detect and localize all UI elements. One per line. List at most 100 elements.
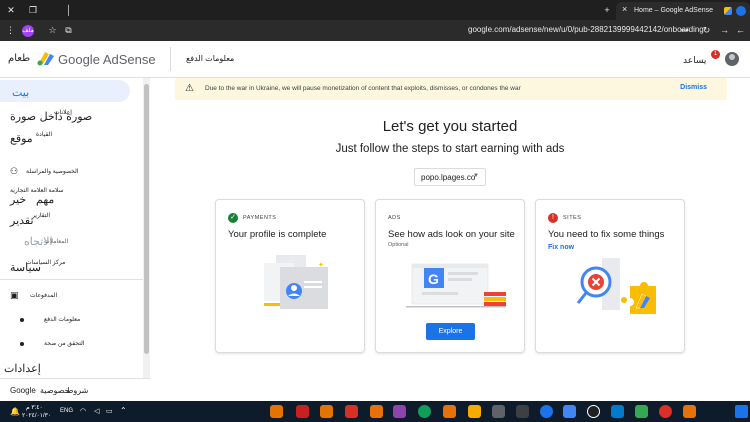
- menu-dots-icon[interactable]: ⋮: [4, 24, 17, 37]
- notification-bell-icon[interactable]: 🔔: [10, 407, 20, 416]
- camera-app-icon[interactable]: [563, 405, 576, 418]
- page-title: معلومات الدفع: [186, 54, 235, 63]
- card-heading: You need to fix some things: [548, 229, 665, 240]
- adsense-logo-icon[interactable]: [36, 50, 56, 66]
- fix-now-link[interactable]: Fix now: [548, 244, 574, 251]
- site-selector-value: popo.lpages.co: [421, 173, 476, 182]
- media-player-icon[interactable]: [587, 405, 600, 418]
- scrollbar-thumb[interactable]: [144, 84, 149, 354]
- reload-icon[interactable]: ↻: [700, 24, 713, 37]
- chrome-app-icon[interactable]: [270, 405, 283, 418]
- taskbar-date[interactable]: ٢٠٢٤/٠١/٣٠: [22, 412, 51, 419]
- chrome-tab-search-icon[interactable]: [736, 6, 746, 16]
- sheets-app-icon[interactable]: [635, 405, 648, 418]
- sidebar-item-payments[interactable]: المدفوعات: [30, 292, 57, 299]
- sidebar-item-label: بيت: [12, 86, 30, 99]
- office-app-icon[interactable]: [443, 405, 456, 418]
- site-selector[interactable]: popo.lpages.co ▼: [414, 168, 486, 186]
- bullet-icon: [20, 318, 24, 322]
- taskbar-time[interactable]: ٣:٤٠ م: [26, 404, 43, 411]
- app-header: طعام Google AdSense معلومات الدفع يساعد …: [0, 41, 750, 78]
- sidebar-item-reports[interactable]: التقارير: [32, 212, 50, 219]
- sidebar-item-payment-info[interactable]: معلومات الدفع: [44, 316, 80, 323]
- back-icon[interactable]: ←: [734, 24, 747, 37]
- header-divider: [170, 47, 171, 71]
- banner-message: Due to the war in Ukraine, we will pause…: [205, 85, 521, 92]
- chrome-app-icon[interactable]: [659, 405, 672, 418]
- ads-card[interactable]: ADS See how ads look on your site Option…: [375, 199, 525, 353]
- svg-text:✦: ✦: [318, 261, 324, 269]
- sidebar-item-ads[interactable]: إعلانات: [54, 109, 72, 116]
- hero-subtitle: Just follow the steps to start earning w…: [335, 143, 565, 155]
- chrome-app-icon[interactable]: [370, 405, 383, 418]
- sidebar: بيت صورة داخل صورة إعلانات موقع القيادة …: [0, 78, 150, 401]
- notification-badge[interactable]: 1: [711, 50, 720, 59]
- sidebar-item-verification[interactable]: التحقق من صحة: [44, 340, 85, 347]
- error-circle-icon: !: [548, 213, 558, 223]
- profile-avatar[interactable]: ملف: [22, 25, 34, 37]
- sidebar-item-transactions[interactable]: المعاملات: [44, 238, 68, 245]
- ukraine-notice-banner: ⚠ Due to the war in Ukraine, we will pau…: [175, 78, 727, 100]
- sidebar-item-policy[interactable]: سياسة: [10, 261, 41, 274]
- ads-preview-illustration: G: [406, 263, 506, 308]
- logo-text: طعام: [8, 53, 31, 64]
- card-eyebrow: ADS: [388, 215, 401, 221]
- extensions-icon[interactable]: ⧉: [62, 24, 75, 37]
- sidebar-item-settings[interactable]: إعدادات: [4, 362, 41, 375]
- bullet-icon: [20, 342, 24, 346]
- user-avatar[interactable]: [725, 52, 739, 66]
- start-windows-icon[interactable]: [735, 405, 748, 418]
- store-app-icon[interactable]: [492, 405, 505, 418]
- forward-icon[interactable]: →: [718, 24, 731, 37]
- browser-toolbar: ⋮ ملف ☆ ⧉ google.com/adsense/new/u/0/pub…: [0, 20, 750, 41]
- sidebar-item-site[interactable]: موقع: [10, 132, 33, 145]
- bookmark-star-icon[interactable]: ☆: [46, 24, 59, 37]
- footer-google-link[interactable]: Google: [10, 386, 36, 395]
- tab-title: Home – Google AdSense: [634, 7, 713, 14]
- chrome-app-icon-active[interactable]: [393, 405, 406, 418]
- sidebar-item-estimate[interactable]: تقدير: [10, 214, 34, 227]
- payments-wallet-icon: ▣: [10, 290, 19, 300]
- payments-card[interactable]: ✓ PAYMENTS Your profile is complete ✦: [215, 199, 365, 353]
- taskbar-language[interactable]: ENG: [60, 408, 73, 414]
- sidebar-item-privacy[interactable]: الخصوصية والمراسلة: [26, 168, 79, 175]
- file-explorer-icon[interactable]: [468, 405, 481, 418]
- edge-browser-icon[interactable]: [418, 405, 431, 418]
- earth-app-icon[interactable]: [540, 405, 553, 418]
- sidebar-item-home[interactable]: بيت: [0, 80, 130, 102]
- restore-window-icon[interactable]: ❐: [26, 3, 40, 17]
- vscode-icon[interactable]: [611, 405, 624, 418]
- warning-icon: ⚠: [185, 83, 194, 94]
- dismiss-button[interactable]: Dismiss: [680, 84, 707, 91]
- close-tab-icon[interactable]: ×: [622, 4, 627, 14]
- battery-icon[interactable]: ▭: [106, 407, 113, 415]
- chevron-down-icon: ▼: [473, 173, 479, 179]
- svg-text:G: G: [428, 271, 439, 287]
- card-heading: See how ads look on your site: [388, 229, 515, 240]
- close-window-icon[interactable]: ✕: [4, 3, 18, 17]
- site-info-icon[interactable]: ⊶: [678, 24, 691, 37]
- chrome-app-icon[interactable]: [296, 405, 309, 418]
- volume-icon[interactable]: ◁: [94, 407, 99, 415]
- chrome-app-icon[interactable]: [345, 405, 358, 418]
- chrome-app-icon[interactable]: [320, 405, 333, 418]
- privacy-person-icon: ⚇: [10, 166, 19, 176]
- address-bar[interactable]: google.com/adsense/new/u/0/pub-288213999…: [468, 25, 704, 34]
- sidebar-scrollbar[interactable]: [143, 78, 150, 378]
- product-name[interactable]: Google AdSense: [58, 52, 156, 67]
- explore-button[interactable]: Explore: [426, 323, 475, 340]
- sidebar-item-important[interactable]: مهم: [36, 193, 54, 206]
- tab-adsense-home[interactable]: × Home – Google AdSense: [616, 2, 750, 20]
- wifi-icon[interactable]: ◠: [80, 407, 86, 415]
- footer-terms-link[interactable]: شروط: [66, 386, 88, 395]
- check-circle-icon: ✓: [228, 213, 238, 223]
- sidebar-item-pip[interactable]: صورة داخل صورة: [10, 110, 92, 123]
- terminal-app-icon[interactable]: [516, 405, 529, 418]
- card-eyebrow: SITES: [563, 215, 582, 221]
- new-tab-button[interactable]: +: [600, 3, 614, 17]
- help-button[interactable]: يساعد: [683, 55, 706, 66]
- sidebar-item-good[interactable]: خير: [10, 193, 26, 206]
- sites-card[interactable]: ! SITES You need to fix some things Fix …: [535, 199, 685, 353]
- chrome-app-icon[interactable]: [683, 405, 696, 418]
- chevron-up-icon[interactable]: ⌃: [120, 406, 127, 415]
